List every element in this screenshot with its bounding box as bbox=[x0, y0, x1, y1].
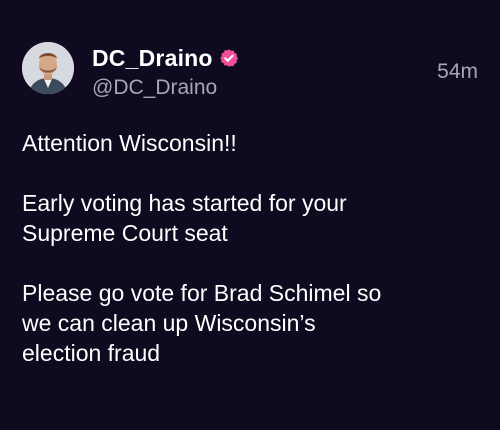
post-body: Attention Wisconsin!! Early voting has s… bbox=[22, 128, 482, 368]
post-paragraph: Early voting has started for your Suprem… bbox=[22, 188, 482, 248]
author-handle[interactable]: @DC_Draino bbox=[92, 76, 217, 100]
author-name-row[interactable]: DC_Draino bbox=[92, 44, 239, 72]
post-paragraph: Please go vote for Brad Schimel so we ca… bbox=[22, 278, 482, 368]
post-line: Please go vote for Brad Schimel so bbox=[22, 280, 382, 306]
post-line: Early voting has started for your bbox=[22, 190, 347, 216]
post-line: we can clean up Wisconsin’s bbox=[22, 310, 316, 336]
post-line: Supreme Court seat bbox=[22, 220, 228, 246]
post-line: election fraud bbox=[22, 340, 161, 366]
post-line: Attention Wisconsin!! bbox=[22, 130, 237, 156]
post-timestamp[interactable]: 54m bbox=[437, 60, 478, 84]
social-post: DC_Draino @DC_Draino 54m Attention Wisco… bbox=[0, 0, 500, 430]
author-display-name[interactable]: DC_Draino bbox=[92, 45, 213, 72]
post-paragraph: Attention Wisconsin!! bbox=[22, 128, 482, 158]
verified-badge-icon bbox=[219, 48, 239, 68]
avatar[interactable] bbox=[22, 42, 74, 94]
